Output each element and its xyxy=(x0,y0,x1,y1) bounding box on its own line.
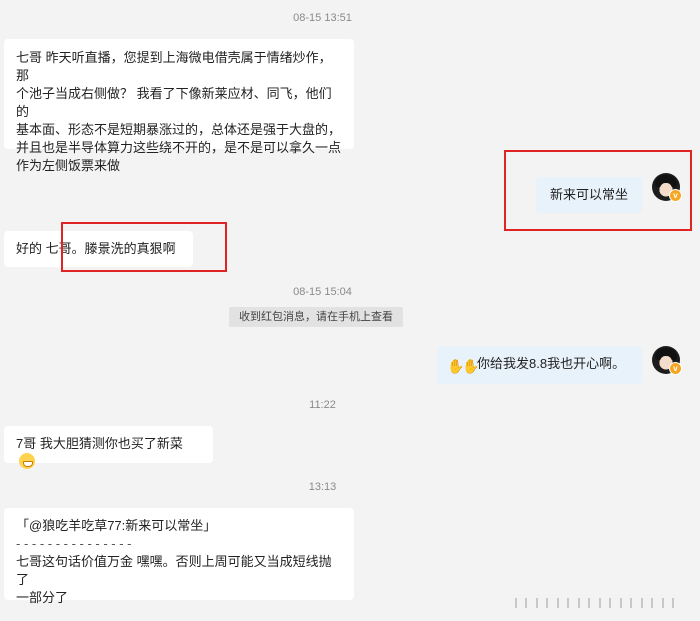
timestamp: 11:22 xyxy=(309,399,336,411)
quoted-message: 「@狼吃羊吃草77:新来可以常坐」 xyxy=(16,518,217,533)
timestamp: 08-15 15:04 xyxy=(293,286,352,298)
watermark-mark xyxy=(599,598,611,608)
watermark-mark xyxy=(641,598,653,608)
highlight-box xyxy=(61,222,227,272)
message-text: 7哥 我大胆猜测你也买了新菜 xyxy=(16,436,183,451)
watermark-mark xyxy=(620,598,632,608)
avatar[interactable]: v xyxy=(652,346,682,375)
message-bubble-received[interactable]: 「@狼吃羊吃草77:新来可以常坐」 - - - - - - - - - - - … xyxy=(4,508,354,605)
message-line: 一部分了 xyxy=(16,590,69,605)
verified-badge-icon: v xyxy=(669,362,682,375)
quote-divider: - - - - - - - - - - - - - - - xyxy=(16,536,132,551)
message-bubble-sent[interactable]: ✋✋你给我发8.8我也开心啊。 xyxy=(437,346,642,384)
timestamp: 13:13 xyxy=(308,481,337,493)
watermark-mark xyxy=(515,598,527,608)
watermark-mark xyxy=(578,598,590,608)
waving-hands-icon: ✋ xyxy=(462,358,480,374)
message-line: 七哥 昨天听直播，您提到上海微电借壳属于情绪炒作，那 xyxy=(16,50,332,83)
watermark-mark xyxy=(536,598,548,608)
watermark-mark xyxy=(662,598,674,608)
watermark-marks xyxy=(515,590,693,616)
message-line: 作为左侧饭票来做 xyxy=(16,158,121,173)
chat-window: { "timestamps": { "t1": "08-15 13:51", "… xyxy=(0,0,700,621)
message-text: 你给我发8.8我也开心啊。 xyxy=(477,356,626,371)
watermark-mark xyxy=(557,598,569,608)
message-bubble-received[interactable]: 七哥 昨天听直播，您提到上海微电借壳属于情绪炒作，那 个池子当成右侧做？ 我看了… xyxy=(4,39,354,173)
highlight-box xyxy=(504,150,692,231)
system-notice: 收到红包消息，请在手机上查看 xyxy=(229,307,403,327)
system-notice-text: 收到红包消息，请在手机上查看 xyxy=(239,311,393,323)
timestamp: 08-15 13:51 xyxy=(293,12,352,24)
waving-hands-icon: ✋ xyxy=(447,358,465,374)
message-line: 基本面、形态不是短期暴涨过的，总体还是强于大盘的， xyxy=(16,122,342,137)
message-bubble-received[interactable]: 7哥 我大胆猜测你也买了新菜 xyxy=(4,426,213,469)
message-line: 个池子当成右侧做？ 我看了下像新莱应材、同飞，他们的 xyxy=(16,86,332,119)
grinning-face-icon xyxy=(19,453,35,469)
message-line: 七哥这句话价值万金 嘿嘿。否则上周可能又当成短线抛了 xyxy=(16,554,332,587)
message-line: 并且也是半导体算力这些绕不开的，是不是可以拿久一点 xyxy=(16,140,342,155)
